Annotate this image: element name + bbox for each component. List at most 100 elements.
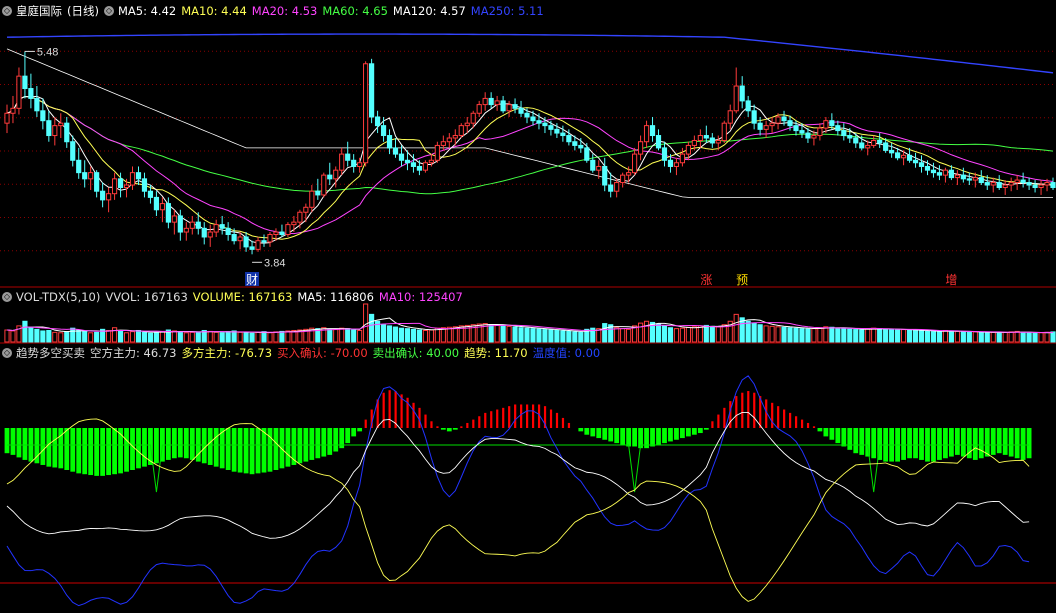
trend-bar-green: [668, 428, 673, 442]
candle-body: [960, 174, 966, 180]
trend-bar-green: [142, 428, 147, 467]
trend-bar-red: [526, 404, 529, 428]
trend-bar-green: [578, 428, 584, 432]
volume-bar: [865, 328, 871, 343]
candle-body: [817, 127, 823, 137]
volume-bar: [1038, 332, 1044, 343]
volume-bar: [548, 329, 554, 343]
volume-bar: [793, 327, 799, 343]
candle-body: [380, 125, 387, 137]
volume-bar: [769, 325, 775, 343]
candle-body: [28, 88, 34, 99]
ma20-line: [6, 96, 1054, 235]
candle-body: [942, 169, 949, 176]
candle-body: [542, 122, 548, 127]
trend-bar-green: [333, 428, 339, 452]
trend-bar-green: [237, 428, 243, 473]
trend-bar-green: [273, 428, 279, 470]
trend-bar-green: [937, 428, 942, 460]
candle-body: [4, 112, 10, 124]
trend-bar-green: [949, 428, 954, 457]
candle-body: [345, 153, 351, 161]
candle-body: [679, 153, 686, 164]
volume-bar: [661, 325, 668, 343]
candle-body: [333, 169, 339, 180]
candle-body: [159, 203, 165, 211]
volume-bar: [554, 329, 560, 343]
volume-bar: [930, 331, 937, 343]
volume-bar: [643, 320, 650, 343]
volume-bar: [972, 331, 978, 343]
trend-bar-red: [717, 414, 720, 428]
trend-bar-red: [711, 421, 714, 428]
volume-bar: [637, 322, 644, 343]
candle-body: [614, 182, 620, 192]
trend-bar-green: [106, 428, 111, 476]
candle-body: [58, 122, 64, 127]
trend-bar-green: [213, 428, 219, 467]
candle-body: [512, 104, 518, 109]
volume-bar: [978, 331, 984, 343]
trend-bar-green: [996, 428, 1002, 454]
candle-body: [416, 165, 423, 171]
candle-body: [853, 137, 859, 144]
volume-bar: [889, 329, 895, 343]
chart-canvas[interactable]: 5.48 3.84 财 涨 预 增: [0, 0, 1056, 613]
volume-bar: [655, 323, 662, 343]
trend-bar-green: [82, 428, 88, 475]
candle-body: [966, 178, 972, 181]
volume-bar: [877, 328, 883, 343]
candle-body: [177, 215, 183, 233]
volume-bar: [1050, 331, 1056, 343]
trend-bar-green: [865, 428, 871, 457]
volume-bar: [763, 325, 769, 343]
volume-bar: [954, 330, 960, 343]
trend-bar-green: [46, 428, 52, 467]
trend-bar-green: [656, 428, 661, 445]
trend-bar-red: [806, 422, 810, 428]
volume-bar: [781, 326, 787, 343]
volume-bar: [129, 331, 136, 343]
candle-body: [273, 231, 279, 236]
candle-body: [948, 169, 954, 179]
candle-body: [978, 177, 984, 184]
candle-body: [458, 125, 464, 137]
volume-bar: [799, 328, 805, 343]
candle-body: [363, 63, 369, 164]
candle-body: [972, 177, 978, 181]
candle-body: [10, 107, 16, 114]
volume-bar: [494, 324, 500, 343]
volume-bar: [895, 329, 901, 343]
candle-body: [106, 193, 112, 201]
trend-bar-green: [680, 428, 685, 439]
candle-body: [327, 174, 333, 180]
volume-bar: [805, 328, 811, 343]
trend-bar-green: [201, 428, 207, 464]
candle-body: [482, 97, 488, 106]
candle-body: [100, 190, 106, 201]
candle-body: [620, 174, 626, 184]
volume-bar: [237, 331, 243, 343]
volume-bar: [422, 329, 428, 343]
volume-bar: [255, 331, 261, 343]
candle-body: [129, 172, 136, 186]
candle-body: [261, 240, 267, 243]
volume-bar: [924, 330, 931, 343]
candle-body: [608, 184, 614, 192]
candle-body: [584, 147, 590, 161]
candle-body: [1026, 182, 1032, 186]
candle-body: [183, 227, 189, 233]
volume-bar: [853, 329, 859, 343]
trend-bar-green: [650, 428, 655, 447]
trend-bar-green: [674, 428, 679, 440]
candle-body: [632, 153, 638, 174]
candle-body: [351, 159, 357, 167]
trend-bar-green: [853, 428, 859, 454]
volume-bar: [847, 328, 853, 343]
trend-bar-green: [171, 428, 177, 459]
volume-bar: [153, 332, 160, 343]
candle-body: [661, 147, 668, 161]
candle-body: [285, 224, 291, 236]
candle-body: [488, 97, 494, 106]
volume-bar: [386, 325, 393, 343]
